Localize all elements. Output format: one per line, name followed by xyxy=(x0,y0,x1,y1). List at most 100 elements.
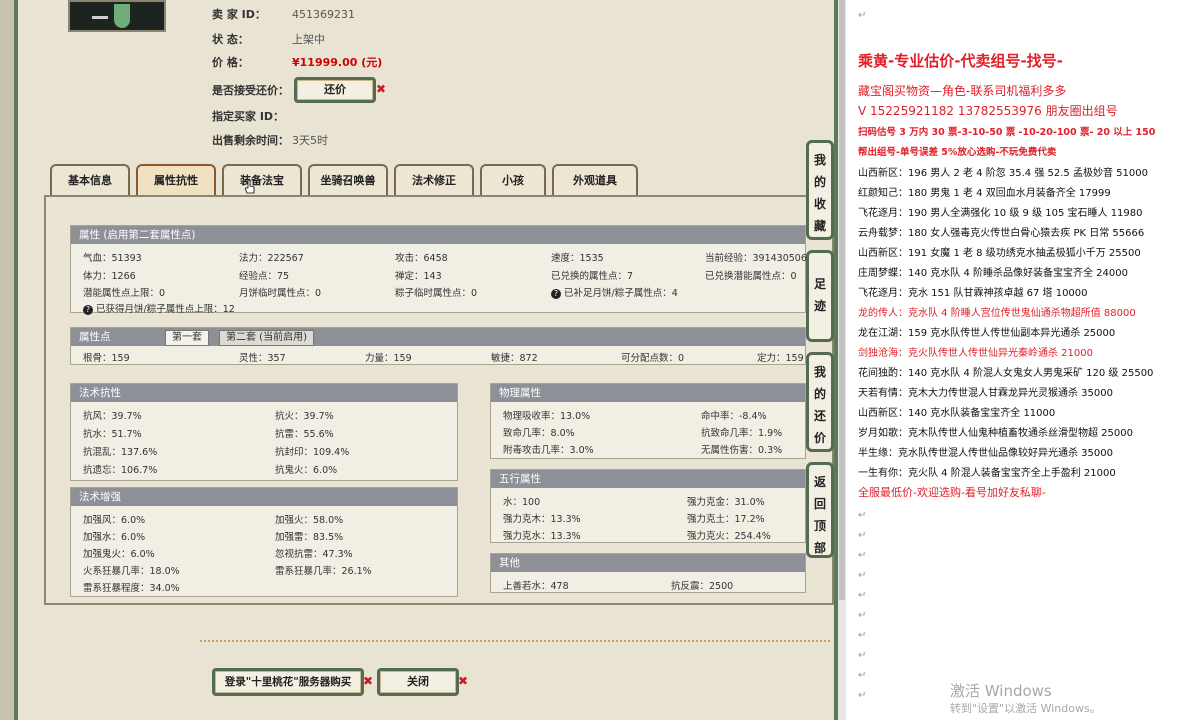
windows-watermark: 激活 Windows xyxy=(950,682,1052,700)
tab-equipment[interactable]: 装备法宝 xyxy=(222,164,302,196)
attr-attack: 攻击：6458 xyxy=(395,253,448,264)
tab-attributes[interactable]: 属性抗性 xyxy=(136,164,216,196)
phys-hit: 命中率：-8.4% xyxy=(701,411,767,422)
tab-children[interactable]: 小孩 xyxy=(480,164,546,196)
resist-thunder: 抗雷：55.6% xyxy=(275,429,334,440)
enhance-fire: 加强火：58.0% xyxy=(275,515,344,526)
close-button[interactable]: 关闭 xyxy=(377,668,459,696)
doc-listing-item: 庄周梦蝶：140 克水队 4 阶睡杀品像好装备宝宝齐全 24000 xyxy=(858,268,1128,279)
tab-mounts-pets[interactable]: 坐骑召唤兽 xyxy=(308,164,388,196)
attr-exp-points: 经验点：75 xyxy=(239,271,290,282)
attr-meditation: 禅定：143 xyxy=(395,271,442,282)
tab-spell-fix[interactable]: 法术修正 xyxy=(394,164,474,196)
five-vs-metal: 强力克金：31.0% xyxy=(687,497,765,508)
other-antishock: 抗反震：2500 xyxy=(671,581,734,592)
doc-line-2: V 15225921182 13782553976 朋友圈出组号 xyxy=(858,104,1118,118)
game-window: 卖 家 ID： 451369231 状 态： 上架中 价 格： ¥11999.00 (… xyxy=(0,0,846,720)
scrollbar[interactable] xyxy=(838,0,846,720)
resist-wind: 抗风：39.7% xyxy=(83,411,142,422)
paragraph-mark: ↵ xyxy=(858,610,867,621)
resist-header: 法术抗性 xyxy=(71,384,457,402)
my-favorites-button[interactable]: 我的收藏 xyxy=(806,140,834,240)
five-water: 水：100 xyxy=(503,497,541,508)
back-to-top-button[interactable]: 返回顶部 xyxy=(806,462,834,558)
subtab-set2[interactable]: 第二套 (当前启用) xyxy=(219,330,314,346)
resist-seal: 抗封印：109.4% xyxy=(275,447,350,458)
phys-nodmg: 无属性伤害：0.3% xyxy=(701,445,783,456)
resist-fire: 抗火：39.7% xyxy=(275,411,334,422)
doc-listing-item: 山西新区：196 男人 2 老 4 阶忽 35.4 强 52.5 孟极妙音 51… xyxy=(858,168,1148,179)
attributes-header: 属性 (启用第二套属性点) xyxy=(71,226,805,244)
remain-row: 出售剩余时间： 3天5时 xyxy=(212,132,328,150)
paragraph-mark: ↵ xyxy=(858,10,867,21)
physical-box: 物理属性 物理吸收率：13.0% 命中率：-8.4% 致命几率：8.0% 抗致命… xyxy=(490,383,806,459)
doc-listing-item: 山西新区：140 克水队装备宝宝齐全 11000 xyxy=(858,408,1056,419)
close-x-icon: ✖ xyxy=(363,674,374,688)
doc-listing-item: 一生有你：克火队 4 阶混人装备宝宝齐全上手盈利 21000 xyxy=(858,468,1116,479)
phys-anticrit: 抗致命几率：1.9% xyxy=(701,428,783,439)
attr-speed: 速度：1535 xyxy=(551,253,604,264)
login-buy-button[interactable]: 登录"十里桃花"服务器购买 xyxy=(212,668,364,696)
ignore-thunder: 忽视抗雷：47.3% xyxy=(275,549,353,560)
scrollbar-thumb[interactable] xyxy=(839,0,845,600)
item-thumbnail xyxy=(68,0,166,32)
paragraph-mark: ↵ xyxy=(858,630,867,641)
doc-listing-item: 半生缘：克水队传世混人传世仙品像较好异光通杀 35000 xyxy=(858,448,1113,459)
attributes-box: 属性 (启用第二套属性点) 气血：51393 法力：222567 攻击：6458… xyxy=(70,225,807,315)
attr-filled: ? 已补足月饼/粽子属性点：4 xyxy=(551,285,678,299)
seller-id-value: 451369231 xyxy=(292,8,355,21)
paragraph-mark: ↵ xyxy=(858,690,867,701)
price-value: ¥11999.00 (元) xyxy=(292,56,383,69)
point-constitution: 根骨：159 xyxy=(83,353,130,364)
point-strength: 力量：159 xyxy=(365,353,412,364)
paragraph-mark: ↵ xyxy=(858,510,867,521)
attr-mp: 法力：222567 xyxy=(239,253,304,264)
attr-exchanged: 已兑换的属性点：7 xyxy=(551,271,634,282)
points-header: 属性点 第一套 第二套 (当前启用) xyxy=(71,328,805,346)
fire-crit-rate: 火系狂暴几率：18.0% xyxy=(83,566,180,577)
tab-appearance[interactable]: 外观道具 xyxy=(552,164,638,196)
enhance-thunder: 加强雷：83.5% xyxy=(275,532,344,543)
status-value: 上架中 xyxy=(292,33,325,46)
other-box: 其他 上善若水：478 抗反震：2500 xyxy=(490,553,806,593)
paragraph-mark: ↵ xyxy=(858,650,867,661)
help-icon[interactable]: ? xyxy=(551,289,561,299)
resist-water: 抗水：51.7% xyxy=(83,429,142,440)
attr-stamina: 体力：1266 xyxy=(83,271,136,282)
doc-footer: 全服最低价-欢迎选购-看号加好友私聊- xyxy=(858,486,1046,499)
attr-zongzi-temp: 粽子临时属性点：0 xyxy=(395,288,478,299)
physical-header: 物理属性 xyxy=(491,384,805,402)
doc-listing-item: 飞花逐月：克水 151 队甘霖神孩卓越 67 塔 10000 xyxy=(858,288,1088,299)
close-x-icon: ✖ xyxy=(458,674,469,688)
phys-absorb: 物理吸收率：13.0% xyxy=(503,411,591,422)
tab-basic[interactable]: 基本信息 xyxy=(50,164,130,196)
doc-listing-item: 山西新区：191 女魔 1 老 8 级功绣克水抽孟极狐小千万 25500 xyxy=(858,248,1141,259)
doc-listing-item: 剑独沧海：克火队传世人传世仙异光秦岭通杀 21000 xyxy=(858,348,1093,359)
counter-offer-button[interactable]: 还价 xyxy=(294,77,376,103)
my-counter-offers-button[interactable]: 我的还价 xyxy=(806,352,834,452)
five-vs-wood: 强力克木：13.3% xyxy=(503,514,581,525)
remain-label: 出售剩余时间： xyxy=(212,134,289,147)
close-x-icon: ✖ xyxy=(376,82,387,96)
paragraph-mark: ↵ xyxy=(858,670,867,681)
resist-forget: 抗遗忘：106.7% xyxy=(83,465,158,476)
subtab-set1[interactable]: 第一套 xyxy=(165,330,209,346)
resist-chaos: 抗混乱：137.6% xyxy=(83,447,158,458)
paragraph-mark: ↵ xyxy=(858,590,867,601)
seller-id-row: 卖 家 ID： 451369231 xyxy=(212,6,355,24)
footprint-button[interactable]: 足迹 xyxy=(806,250,834,342)
phys-poison: 附毒攻击几率：3.0% xyxy=(503,445,594,456)
resist-box: 法术抗性 抗风：39.7% 抗火：39.7% 抗水：51.7% 抗雷：55.6%… xyxy=(70,383,458,481)
price-label: 价 格： xyxy=(212,56,249,69)
point-spirit: 灵性：357 xyxy=(239,353,286,364)
doc-listing-item: 红颜知己：180 男鬼 1 老 4 双回血水月装备齐全 17999 xyxy=(858,188,1111,199)
enhance-water: 加强水：6.0% xyxy=(83,532,146,543)
help-icon[interactable]: ? xyxy=(83,305,93,315)
thunder-crit-rate: 雷系狂暴几率：26.1% xyxy=(275,566,372,577)
status-label: 状 态： xyxy=(212,33,249,46)
status-row: 状 态： 上架中 xyxy=(212,31,325,49)
attr-potential-cap: 潜能属性点上限：0 xyxy=(83,288,166,299)
seller-id-label: 卖 家 ID： xyxy=(212,8,266,21)
other-water: 上善若水：478 xyxy=(503,581,569,592)
attr-cap-obtained: ? 已获得月饼/粽子属性点上限：12 xyxy=(83,301,235,315)
